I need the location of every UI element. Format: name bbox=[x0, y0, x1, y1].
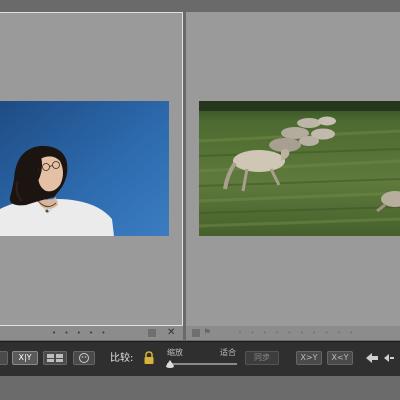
label-color-icon[interactable] bbox=[192, 329, 200, 337]
bottom-toolbar: X|Y 比较: 缩放 适合 同步 X>Y X<Y bbox=[0, 341, 400, 377]
right-pane-status-bar: ⚑ • • • • • • • • • • bbox=[186, 326, 400, 341]
zoom-slider-track[interactable] bbox=[167, 363, 237, 365]
rating-dots[interactable]: • • • • • • • • • • bbox=[238, 329, 356, 337]
survey-view-button[interactable] bbox=[43, 351, 67, 365]
lock-icon[interactable] bbox=[143, 351, 155, 365]
compare-view-button[interactable]: X|Y bbox=[12, 351, 38, 365]
sync-button[interactable]: 同步 bbox=[245, 351, 279, 365]
filmstrip-area bbox=[0, 376, 400, 400]
zoom-slider-thumb[interactable] bbox=[166, 360, 174, 368]
label-color-icon[interactable] bbox=[148, 329, 156, 337]
sheep-photo-image bbox=[199, 101, 400, 236]
fit-label: 适合 bbox=[220, 348, 236, 357]
zoom-label: 缩放 bbox=[167, 348, 183, 357]
left-pane-status-bar: • • • • • ✕ bbox=[0, 326, 183, 341]
make-select-button[interactable]: X<Y bbox=[327, 351, 353, 365]
left-photo[interactable] bbox=[0, 101, 169, 236]
swap-button[interactable]: X>Y bbox=[296, 351, 322, 365]
survey-grid-icon bbox=[47, 354, 63, 362]
flag-icon[interactable]: ⚑ bbox=[203, 328, 211, 338]
rating-dots[interactable]: • • • • • bbox=[52, 329, 109, 337]
people-icon bbox=[79, 353, 89, 363]
arrow-next-icon[interactable] bbox=[384, 353, 394, 363]
grid-icon[interactable] bbox=[0, 351, 8, 365]
close-icon[interactable]: ✕ bbox=[167, 327, 175, 339]
people-view-button[interactable] bbox=[73, 351, 95, 365]
right-photo[interactable] bbox=[199, 101, 400, 236]
compare-label: 比较: bbox=[110, 353, 134, 364]
compare-view-window: • • • • • ✕ ⚑ • • • • • • • • • • X|Y 比较… bbox=[0, 0, 400, 400]
arrow-left-icon[interactable] bbox=[366, 353, 378, 363]
woman-photo-image bbox=[0, 101, 169, 236]
